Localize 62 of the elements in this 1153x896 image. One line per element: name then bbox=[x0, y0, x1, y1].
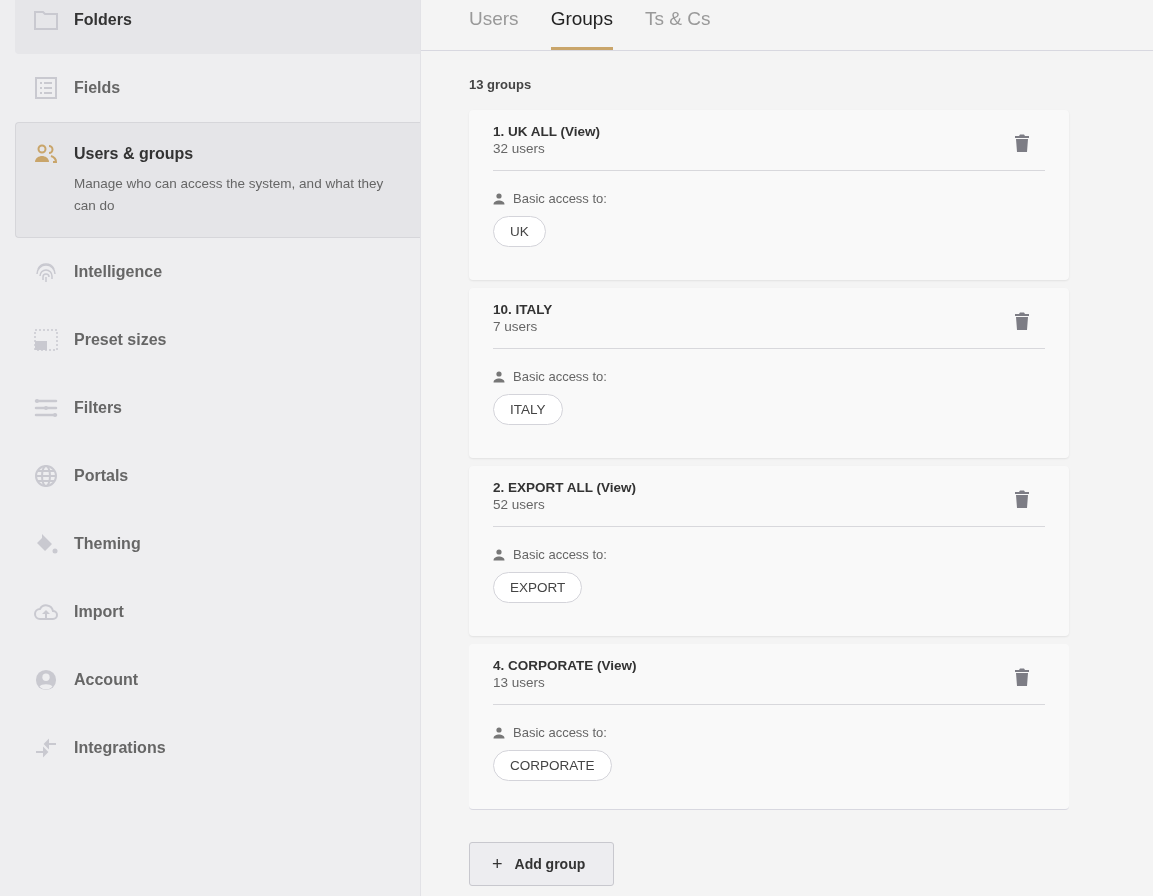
sidebar-item[interactable]: Preset sizes bbox=[15, 306, 420, 374]
folder-icon bbox=[34, 9, 58, 31]
sidebar-item[interactable]: Filters bbox=[15, 374, 420, 442]
person-icon bbox=[493, 192, 505, 205]
globe-icon bbox=[34, 465, 58, 487]
trash-icon[interactable] bbox=[1015, 490, 1029, 508]
user-count: 13 users bbox=[493, 675, 546, 690]
tab[interactable]: Ts & Cs bbox=[644, 0, 711, 50]
group-name: 4. CORPORATE (View) bbox=[493, 658, 637, 673]
users-icon bbox=[34, 143, 58, 165]
user-count: 52 users bbox=[493, 497, 546, 512]
sidebar-item-label: Fields bbox=[74, 78, 121, 98]
sidebar-item-label: Integrations bbox=[74, 738, 166, 758]
access-label: Basic access to: bbox=[513, 725, 607, 740]
sidebar-item-label: Folders bbox=[74, 10, 132, 30]
sidebar-item[interactable]: Account bbox=[15, 646, 420, 714]
image-icon bbox=[34, 329, 58, 351]
add-group-button[interactable]: + Add group bbox=[469, 842, 614, 886]
sidebar-item[interactable]: Theming bbox=[15, 510, 420, 578]
list-icon bbox=[34, 77, 58, 99]
access-label: Basic access to: bbox=[513, 547, 607, 562]
access-tag: EXPORT bbox=[493, 572, 583, 603]
trash-icon[interactable] bbox=[1015, 668, 1029, 686]
trash-icon[interactable] bbox=[1015, 134, 1029, 152]
sidebar-item-label: Users & groups bbox=[74, 144, 195, 164]
sidebar-item[interactable]: Fields bbox=[15, 54, 420, 122]
access-label: Basic access to: bbox=[513, 191, 607, 206]
cloud-upload-icon bbox=[34, 601, 58, 623]
sidebar-item[interactable]: Integrations bbox=[15, 714, 420, 782]
group-name: 10. ITALY bbox=[493, 302, 553, 317]
group-name: 1. UK ALL (View) bbox=[493, 124, 601, 139]
sliders-icon bbox=[34, 397, 58, 419]
sidebar-item-label: Intelligence bbox=[74, 262, 163, 282]
tab[interactable]: Groups bbox=[550, 0, 613, 50]
arrows-icon bbox=[34, 737, 58, 759]
sidebar-item[interactable]: Users & groups Manage who can access the system, and what they can do bbox=[15, 122, 420, 238]
sidebar-item[interactable]: Import bbox=[15, 578, 420, 646]
sidebar-item-label: Preset sizes bbox=[74, 330, 167, 350]
access-tag: CORPORATE bbox=[493, 750, 612, 781]
person-icon bbox=[493, 548, 505, 561]
sidebar-item-description: Manage who can access the system, and what they can do bbox=[74, 175, 385, 215]
sidebar-item-label: Theming bbox=[74, 534, 141, 554]
sidebar-item[interactable]: Intelligence bbox=[15, 238, 420, 306]
access-label: Basic access to: bbox=[513, 369, 607, 384]
sidebar-item[interactable]: Folders bbox=[15, 0, 420, 54]
access-tag: UK bbox=[493, 216, 546, 247]
group-count: 13 groups bbox=[469, 77, 533, 92]
person-icon bbox=[493, 370, 505, 383]
user-count: 32 users bbox=[493, 141, 546, 156]
sidebar-item-label: Import bbox=[74, 602, 124, 622]
user-count: 7 users bbox=[493, 319, 539, 334]
sidebar-item-label: Filters bbox=[74, 398, 122, 418]
person-icon bbox=[493, 726, 505, 739]
sidebar-item-label: Account bbox=[74, 670, 138, 690]
tab[interactable]: Users bbox=[469, 0, 519, 50]
account-icon bbox=[34, 669, 58, 691]
access-tag: ITALY bbox=[493, 394, 563, 425]
fingerprint-icon bbox=[34, 261, 58, 283]
sidebar-item[interactable]: Portals bbox=[15, 442, 420, 510]
sidebar-item-label: Portals bbox=[74, 466, 129, 486]
group-name: 2. EXPORT ALL (View) bbox=[493, 480, 637, 495]
trash-icon[interactable] bbox=[1015, 312, 1029, 330]
